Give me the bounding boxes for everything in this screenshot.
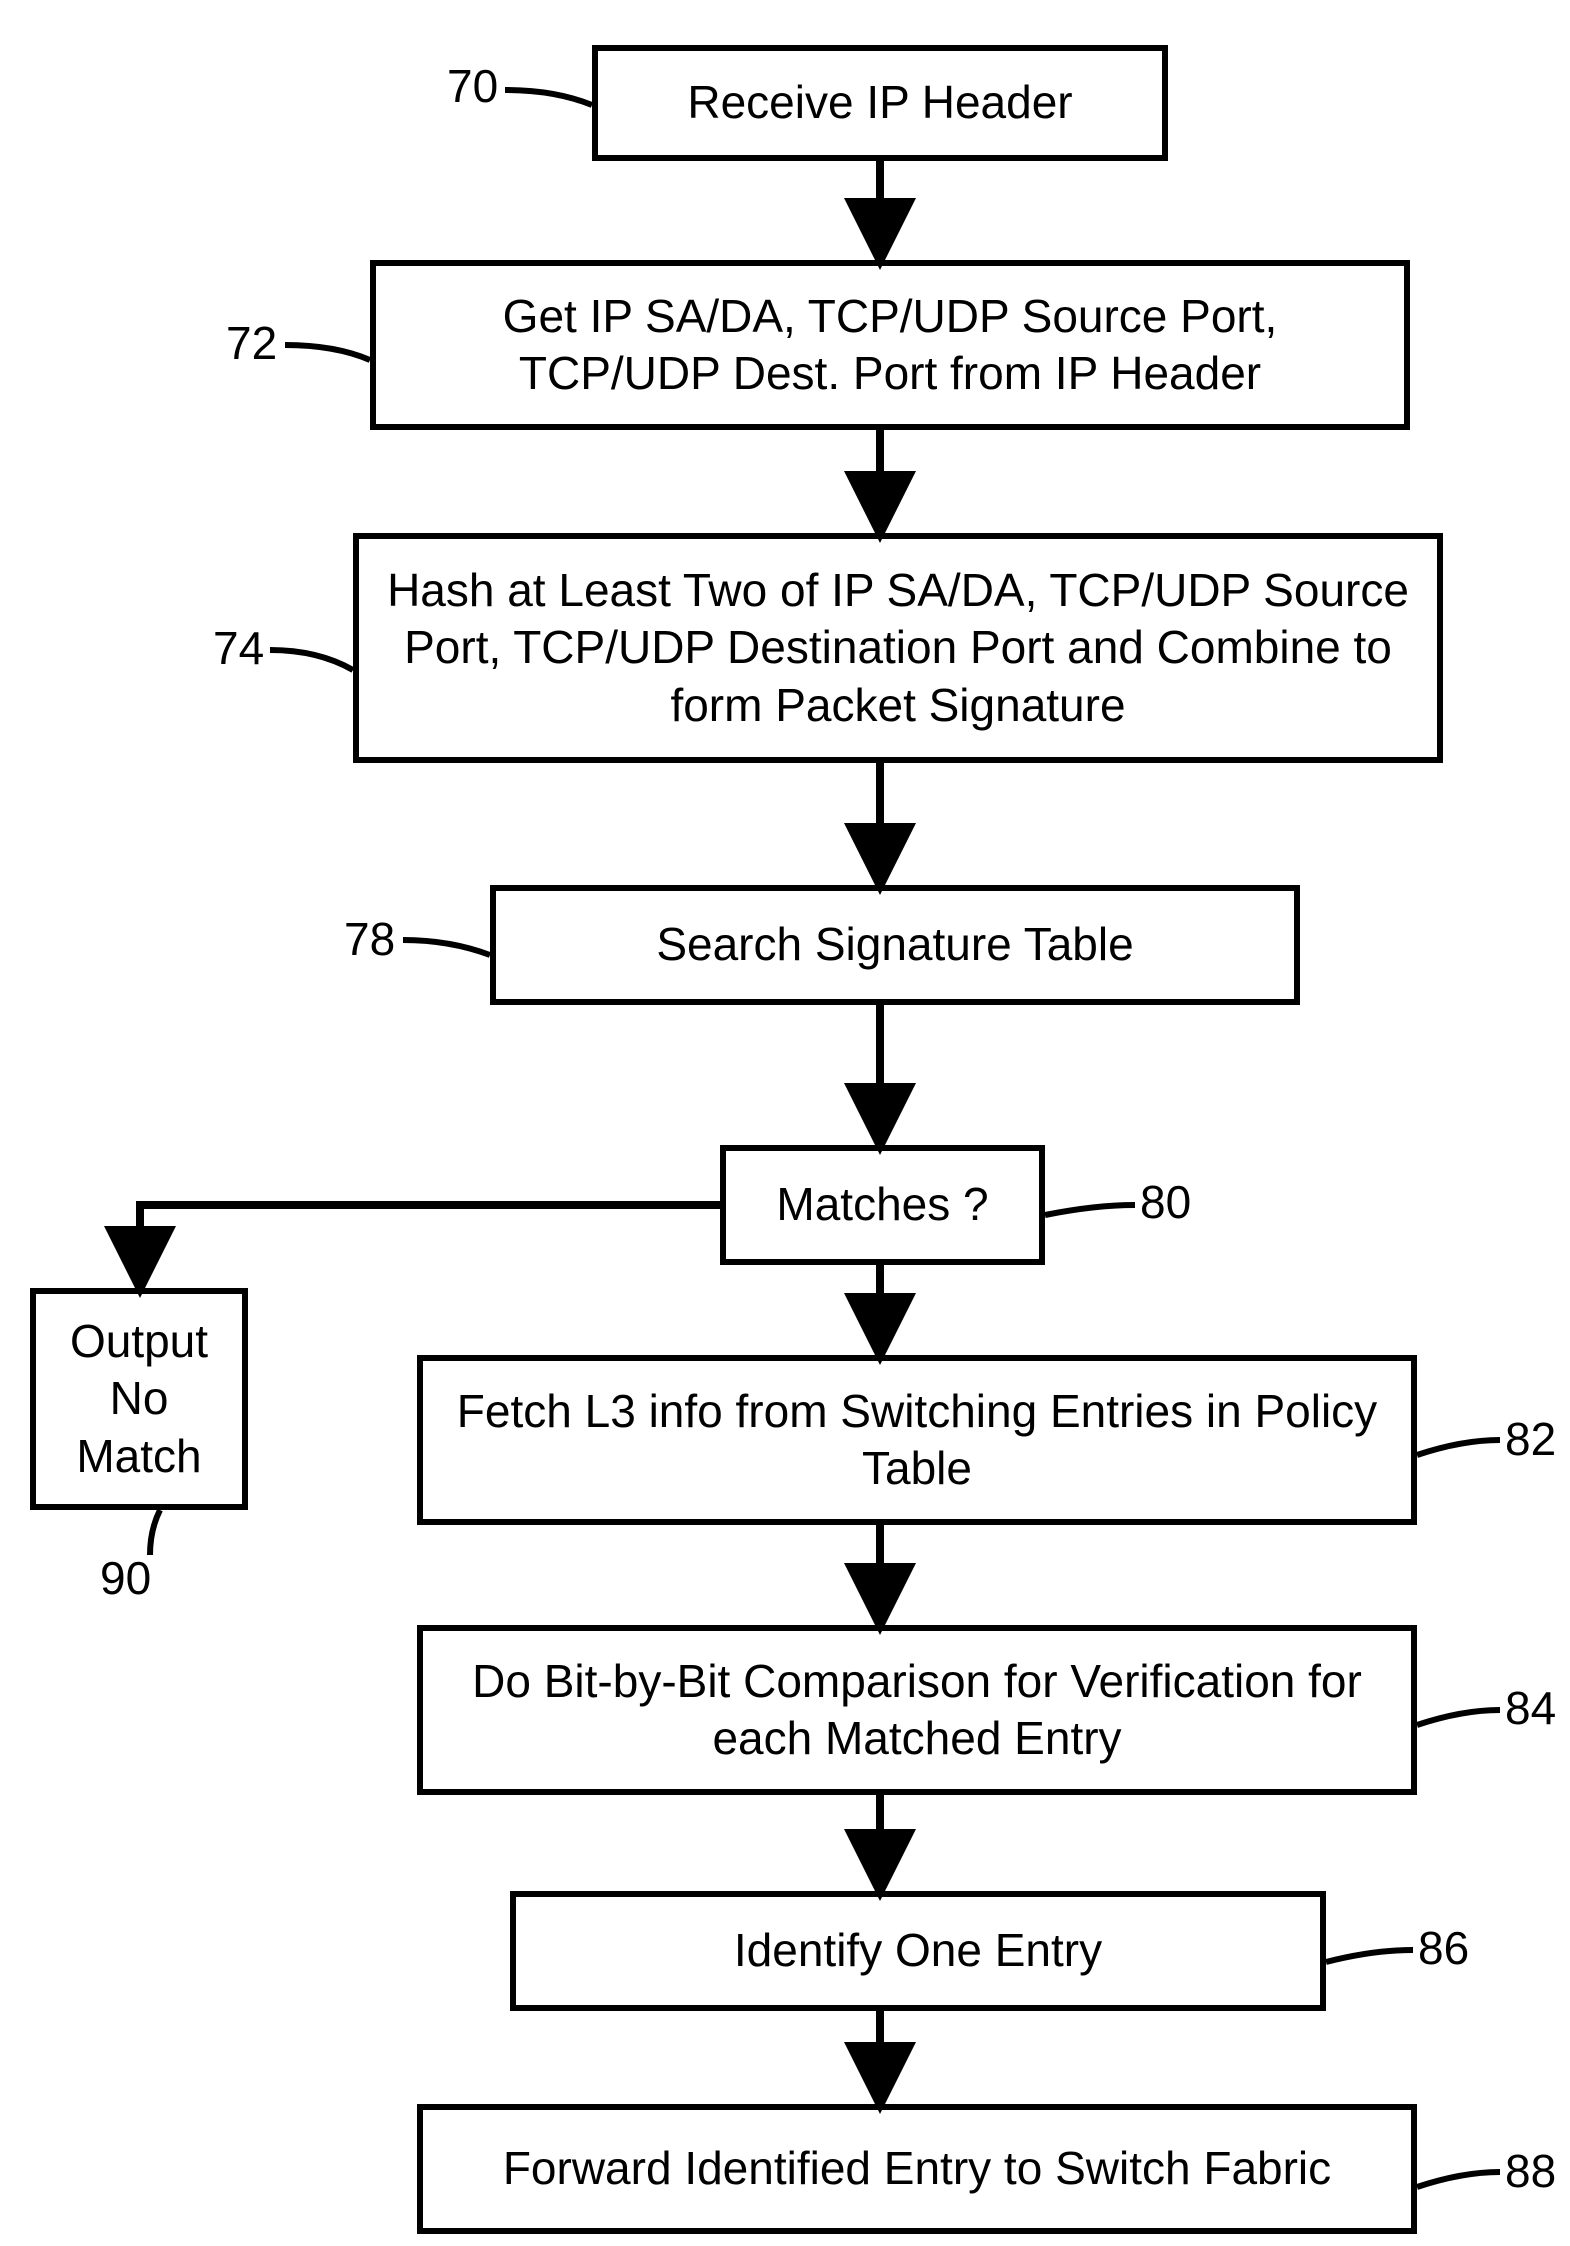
decision-matches: Matches ? <box>720 1145 1045 1265</box>
refnum-86: 86 <box>1418 1925 1469 1971</box>
refnum-90: 90 <box>100 1555 151 1601</box>
text-72: Get IP SA/DA, TCP/UDP Source Port, TCP/U… <box>396 288 1384 403</box>
step-bit-comparison: Do Bit-by-Bit Comparison for Verificatio… <box>417 1625 1417 1795</box>
refnum-80: 80 <box>1140 1179 1191 1225</box>
text-88: Forward Identified Entry to Switch Fabri… <box>503 2140 1331 2198</box>
text-78: Search Signature Table <box>656 916 1133 974</box>
step-forward-to-fabric: Forward Identified Entry to Switch Fabri… <box>417 2104 1417 2234</box>
flowchart-canvas: Receive IP Header Get IP SA/DA, TCP/UDP … <box>0 0 1570 2246</box>
refnum-70: 70 <box>447 63 498 109</box>
text-82: Fetch L3 info from Switching Entries in … <box>443 1383 1391 1498</box>
step-search-signature-table: Search Signature Table <box>490 885 1300 1005</box>
text-70: Receive IP Header <box>687 74 1072 132</box>
refnum-78: 78 <box>344 916 395 962</box>
refnum-82: 82 <box>1505 1416 1556 1462</box>
step-hash-combine: Hash at Least Two of IP SA/DA, TCP/UDP S… <box>353 533 1443 763</box>
text-86: Identify One Entry <box>734 1922 1102 1980</box>
step-get-header-fields: Get IP SA/DA, TCP/UDP Source Port, TCP/U… <box>370 260 1410 430</box>
step-fetch-l3-info: Fetch L3 info from Switching Entries in … <box>417 1355 1417 1525</box>
step-receive-ip-header: Receive IP Header <box>592 45 1168 161</box>
text-80: Matches ? <box>776 1176 988 1234</box>
refnum-84: 84 <box>1505 1685 1556 1731</box>
text-84: Do Bit-by-Bit Comparison for Verificatio… <box>443 1653 1391 1768</box>
text-74: Hash at Least Two of IP SA/DA, TCP/UDP S… <box>379 562 1417 735</box>
text-90: Output No Match <box>56 1313 222 1486</box>
step-identify-entry: Identify One Entry <box>510 1891 1326 2011</box>
refnum-88: 88 <box>1505 2148 1556 2194</box>
refnum-74: 74 <box>213 625 264 671</box>
step-output-no-match: Output No Match <box>30 1288 248 1510</box>
refnum-72: 72 <box>226 320 277 366</box>
